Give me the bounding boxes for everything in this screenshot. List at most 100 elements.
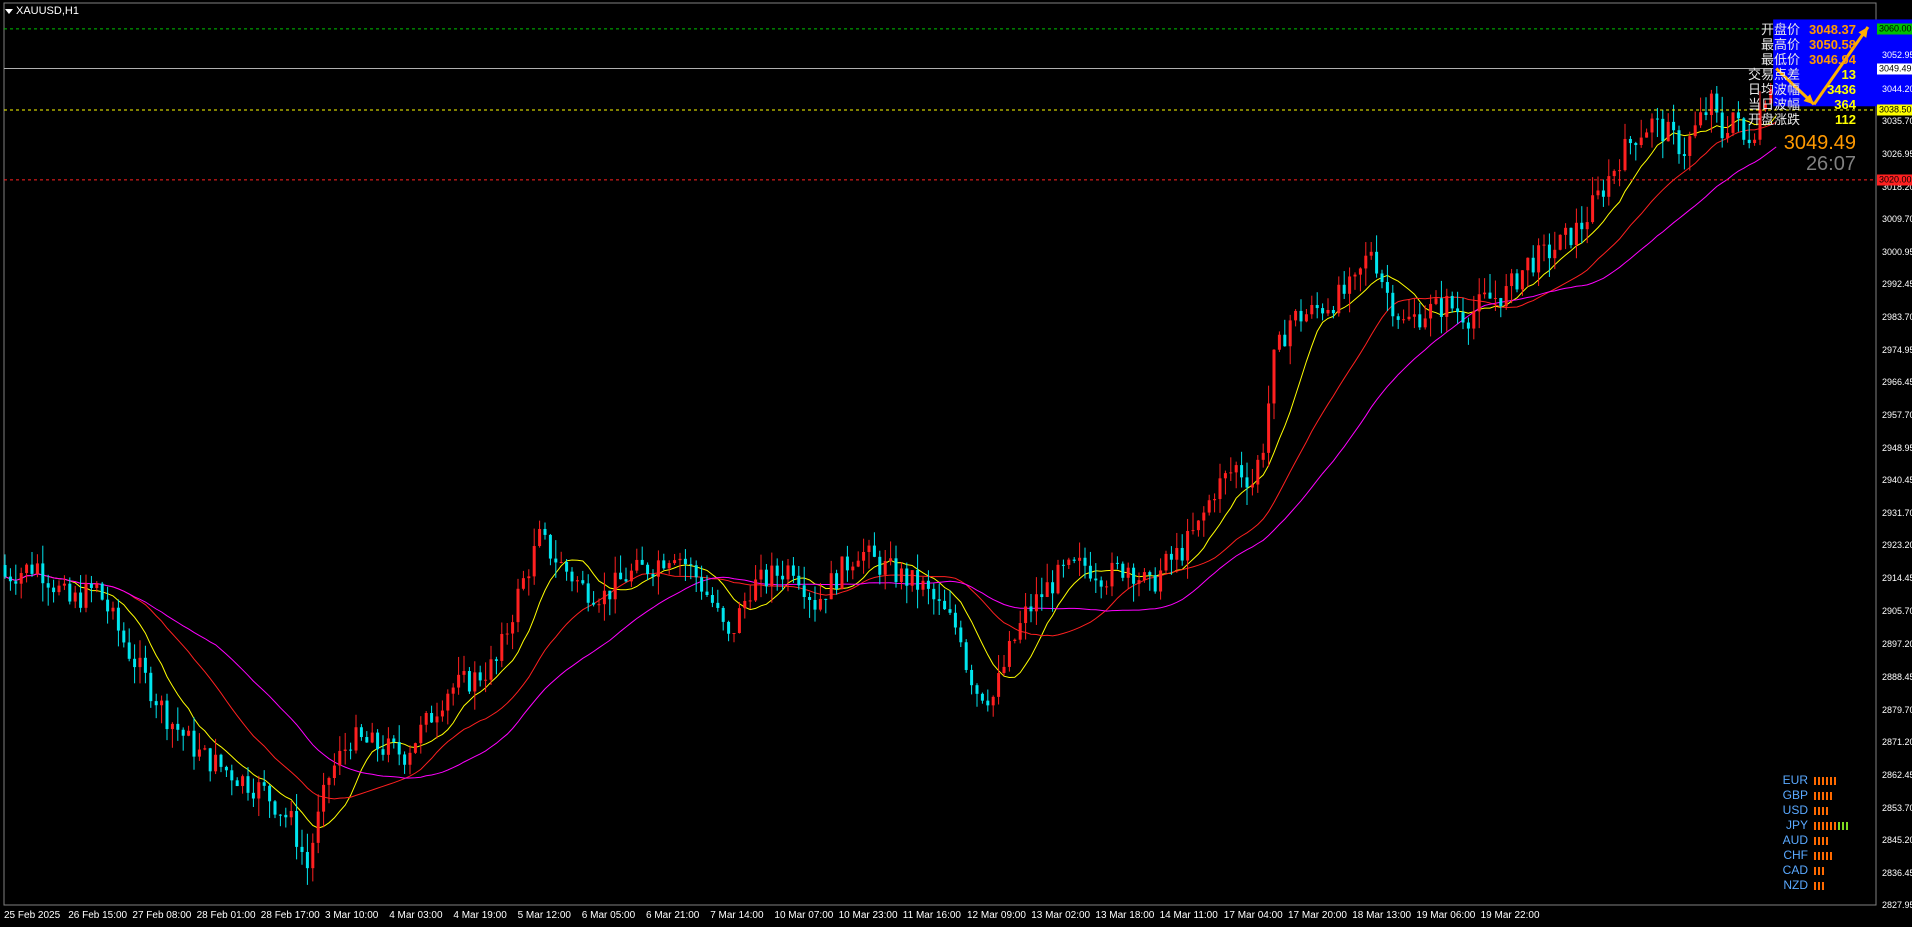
candle-body (559, 561, 563, 563)
strength-bars (1814, 821, 1854, 830)
info-row: 开盘价 3048.37 (1748, 22, 1856, 37)
candle-body (262, 782, 266, 786)
candle-body (802, 585, 806, 598)
candle-body (1434, 298, 1438, 304)
info-row: 日均波幅 3436 (1748, 82, 1856, 97)
candle-body (1585, 222, 1589, 230)
candle-body (133, 658, 137, 668)
currency-code: USD (1782, 803, 1808, 817)
time-tick-label: 11 Mar 16:00 (902, 910, 961, 921)
candle-body (1094, 578, 1098, 581)
candle-body (89, 583, 93, 588)
candle-body (829, 573, 833, 600)
currency-code: CHF (1783, 848, 1808, 862)
candle-body (1132, 567, 1136, 584)
price-tick-label: 2905.70 (1882, 606, 1912, 617)
candle-body (500, 633, 504, 661)
price-tick-label: 2862.45 (1882, 769, 1912, 780)
info-value: 3046.94 (1809, 52, 1856, 67)
candle-body (1202, 512, 1206, 521)
candle-body (127, 642, 131, 659)
candle-body (1553, 249, 1557, 259)
candle-body (613, 572, 617, 600)
time-tick-label: 6 Mar 05:00 (581, 910, 636, 921)
time-tick-label: 17 Mar 20:00 (1288, 910, 1347, 921)
price-tick-label: 2957.70 (1882, 410, 1912, 421)
candle-body (440, 710, 444, 717)
candle-body (165, 700, 169, 730)
candle-body (343, 749, 347, 751)
candle-body (770, 565, 774, 587)
candle-body (775, 565, 779, 576)
currency-code: NZD (1783, 878, 1808, 892)
candle-body (1142, 572, 1146, 581)
candle-body (349, 749, 353, 751)
candle-body (1499, 298, 1503, 307)
candle-body (1121, 563, 1125, 578)
candle-body (1159, 570, 1163, 592)
price-tick-label: 3000.95 (1882, 246, 1912, 257)
current-price: 3049.49 (1783, 132, 1856, 154)
price-tick-label: 2897.20 (1882, 638, 1912, 649)
candle-body (68, 583, 72, 602)
currency-strength-row: EUR (1782, 773, 1854, 788)
candle-body (845, 556, 849, 571)
candle-body (1018, 623, 1022, 640)
candle-body (154, 701, 158, 706)
candle-body (1002, 666, 1006, 674)
time-axis: 25 Feb 2025 26 Feb 15:00 27 Feb 08:00 28 Fe… (0, 905, 1876, 927)
candle-body (187, 730, 191, 736)
candle-body (14, 581, 18, 584)
candle-body (651, 574, 655, 577)
candle-body (224, 766, 228, 771)
candle-body (548, 534, 552, 559)
candle-body (840, 556, 844, 590)
quote-info-panel: 开盘价 3048.37 最高价 3050.58 最低价 3046.94 交易点差 13 日均波幅… (1748, 22, 1856, 127)
candle-body (1240, 465, 1244, 478)
candle-body (273, 801, 277, 815)
price-chart[interactable] (0, 0, 1912, 927)
candle-body (1747, 139, 1751, 144)
candle-body (1704, 112, 1708, 116)
candle-body (1310, 304, 1314, 315)
candle-body (122, 630, 126, 643)
candle-body (1456, 308, 1460, 313)
candle-body (581, 580, 585, 584)
price-tick-label: 2836.45 (1882, 867, 1912, 878)
candle-body (251, 792, 255, 799)
candle-body (835, 573, 839, 590)
price-tick-label: 2827.95 (1882, 900, 1912, 910)
candle-body (694, 565, 698, 578)
candle-body (619, 572, 623, 580)
currency-strength-meter: EUR GBP USD JPY AUD CHF CAD NZD (1782, 773, 1854, 893)
price-tick-label: 2871.20 (1882, 736, 1912, 747)
candle-body (457, 674, 461, 688)
candle-body (899, 568, 903, 583)
currency-strength-row: JPY (1782, 818, 1854, 833)
candle-body (1013, 639, 1017, 642)
candle-body (52, 587, 56, 593)
candle-body (1072, 559, 1076, 561)
candle-body (1261, 452, 1265, 460)
candle-body (235, 780, 239, 787)
info-value: 364 (1834, 97, 1856, 112)
candle-body (300, 846, 304, 852)
candle-body (1731, 112, 1735, 133)
candle-body (1348, 276, 1352, 294)
candle-body (570, 571, 574, 582)
dropdown-triangle-icon[interactable] (5, 8, 13, 14)
candle-body (462, 671, 466, 675)
candle-body (84, 583, 88, 608)
candle-body (203, 748, 207, 750)
candle-body (673, 560, 677, 564)
candle-body (602, 590, 606, 605)
time-tick-label: 5 Mar 12:00 (517, 910, 571, 921)
candle-body (1580, 222, 1584, 230)
currency-strength-row: GBP (1782, 788, 1854, 803)
candle-body (1569, 227, 1573, 246)
candle-body (1051, 582, 1055, 594)
candle-body (1256, 459, 1260, 485)
candle-body (284, 814, 288, 818)
candle-body (1283, 334, 1287, 347)
candle-body (910, 570, 914, 586)
